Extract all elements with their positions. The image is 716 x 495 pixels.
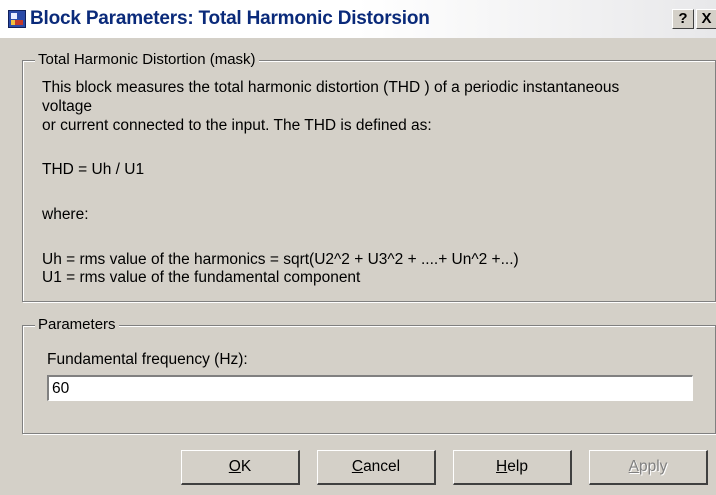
cancel-button-mnemonic: C	[351, 458, 364, 475]
help-button-label: elp	[507, 458, 528, 475]
uh-definition: Uh = rms value of the harmonics = sqrt(U…	[42, 251, 519, 268]
help-title-button[interactable]: ?	[672, 9, 694, 29]
description-group: Total Harmonic Distortion (mask) This bl…	[22, 51, 716, 302]
parameters-group-legend: Parameters	[35, 316, 119, 333]
description-line: This block measures the total harmonic d…	[42, 79, 620, 96]
description-group-legend: Total Harmonic Distortion (mask)	[35, 51, 259, 68]
ok-button-mnemonic: O	[228, 458, 241, 475]
window-title: Block Parameters: Total Harmonic Distors…	[30, 8, 430, 29]
parameters-group: Parameters Fundamental frequency (Hz):	[22, 316, 716, 434]
apply-button: Apply	[589, 450, 708, 485]
thd-formula: THD = Uh / U1	[42, 161, 145, 178]
ok-button[interactable]: OK	[181, 450, 300, 485]
fundamental-frequency-label: Fundamental frequency (Hz):	[47, 351, 248, 368]
apply-button-label: pply	[638, 458, 668, 475]
ok-button-label: K	[240, 458, 252, 475]
cancel-button[interactable]: Cancel	[317, 450, 436, 485]
description-line: voltage	[42, 98, 92, 115]
cancel-button-label: ancel	[363, 458, 401, 475]
description-line: where:	[42, 206, 89, 223]
title-bar[interactable]: Block Parameters: Total Harmonic Distors…	[0, 0, 716, 38]
help-button[interactable]: Help	[453, 450, 572, 485]
fundamental-frequency-input[interactable]	[47, 375, 693, 401]
block-parameters-dialog: Block Parameters: Total Harmonic Distors…	[0, 0, 716, 495]
close-button[interactable]: X	[696, 9, 716, 29]
apply-button-mnemonic: A	[628, 458, 639, 475]
u1-definition: U1 = rms value of the fundamental compon…	[42, 269, 361, 286]
simulink-block-icon	[8, 10, 26, 28]
help-button-mnemonic: H	[496, 458, 508, 475]
description-line: or current connected to the input. The T…	[42, 117, 432, 134]
